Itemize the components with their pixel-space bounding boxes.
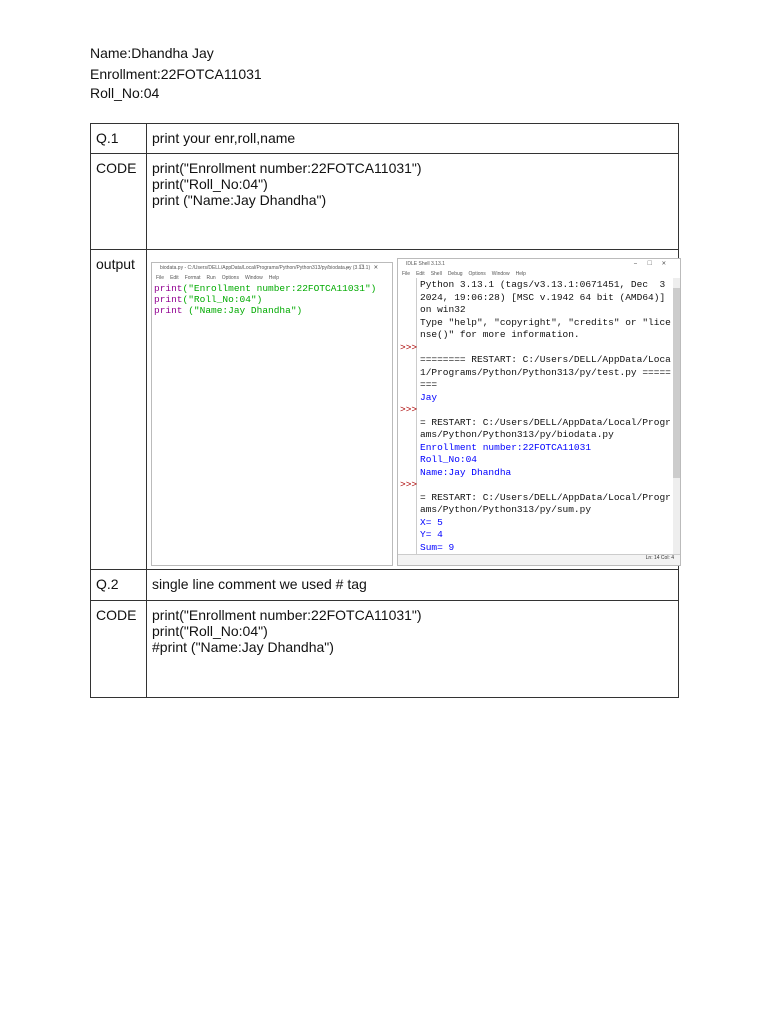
table-row: CODE print("Enrollment number:22FOTCA110…: [90, 600, 679, 698]
row-value: single line comment we used # tag: [146, 569, 679, 601]
shell-line: = RESTART: C:/Users/DELL/AppData/Local/P…: [420, 491, 671, 503]
shell-line: >>>: [400, 404, 678, 417]
shell-line: ===: [420, 379, 438, 390]
shell-line: 2024, 19:06:28) [MSC v.1942 64 bit (AMD6…: [420, 291, 666, 303]
menu-item[interactable]: Edit: [416, 271, 425, 277]
shell-line: Y= 4: [420, 529, 443, 540]
shell-line: 1/Programs/Python/Python313/py/test.py =…: [420, 366, 671, 378]
shell-line: Sum= 9: [420, 541, 455, 553]
code-line: print("Enrollment number:22FOTCA11031"): [154, 283, 390, 294]
row-key: Q.2: [90, 569, 147, 601]
menu-item[interactable]: Window: [245, 275, 263, 281]
table-row: CODE print("Enrollment number:22FOTCA110…: [90, 153, 679, 250]
assignment-table: Q.1 print your enr,roll,name CODE print("…: [90, 123, 681, 698]
menu-item[interactable]: File: [156, 275, 164, 281]
shell-line: Type "help", "copyright", "credits" or "…: [420, 316, 671, 328]
menu-item[interactable]: Run: [207, 275, 216, 281]
menu-item[interactable]: Window: [492, 271, 510, 277]
shell-line: Python 3.13.1 (tags/v3.13.1:0671451, Dec…: [420, 279, 666, 290]
table-row: output biodata.py - C:/Users/DELL/AppDat…: [90, 249, 681, 570]
shell-line: Roll_No:04: [420, 454, 478, 465]
shell-line: Jay: [420, 391, 438, 403]
row-value: print your enr,roll,name: [146, 123, 679, 154]
code-line: print("Enrollment number:22FOTCA11031"): [152, 607, 422, 623]
menu-item[interactable]: Shell: [431, 271, 442, 277]
code-line: print ("Name:Jay Dhandha"): [154, 305, 390, 316]
shell-line: ======== RESTART: C:/Users/DELL/AppData/…: [420, 354, 671, 365]
output-screenshot: biodata.py - C:/Users/DELL/AppData/Local…: [147, 250, 681, 566]
code-line: print("Roll_No:04"): [152, 623, 268, 639]
menu-item[interactable]: Help: [516, 271, 526, 277]
shell-line: ams/Python/Python313/py/sum.py: [420, 504, 592, 515]
shell-line: ams/Python/Python313/py/biodata.py: [420, 429, 614, 440]
code-line: #print ("Name:Jay Dhandha"): [152, 639, 334, 655]
prompt: >>>: [400, 404, 418, 415]
prompt: >>>: [400, 479, 418, 490]
menu-item[interactable]: Format: [185, 275, 201, 281]
keyword: print: [154, 294, 183, 305]
editor-menu: File Edit Format Run Options Window Help: [152, 274, 392, 282]
keyword: print: [154, 305, 183, 316]
row-key: output: [90, 249, 147, 570]
enrollment: Enrollment:22FOTCA11031: [90, 66, 262, 82]
roll-number: Roll_No:04: [90, 85, 160, 101]
editor-text[interactable]: print("Enrollment number:22FOTCA11031") p…: [152, 282, 392, 317]
shell-line: nse()" for more information.: [420, 329, 580, 340]
shell-window: IDLE Shell 3.13.1 –□✕ File Edit Shell Debug…: [397, 258, 681, 566]
shell-output[interactable]: Python 3.13.1 (tags/v3.13.1:0671451, Dec…: [398, 278, 680, 565]
student-name: Name:Dhandha Jay: [90, 45, 214, 61]
code-line: print ("Name:Jay Dhandha"): [152, 192, 327, 208]
output-cell: biodata.py - C:/Users/DELL/AppData/Local…: [146, 249, 681, 570]
row-key: CODE: [90, 153, 147, 250]
menu-item[interactable]: Options: [469, 271, 486, 277]
menu-item[interactable]: Options: [222, 275, 239, 281]
string: ("Roll_No:04"): [182, 294, 263, 305]
shell-line: = RESTART: C:/Users/DELL/AppData/Local/P…: [420, 416, 671, 428]
menu-item[interactable]: Debug: [448, 271, 463, 277]
editor-window: biodata.py - C:/Users/DELL/AppData/Local…: [151, 262, 393, 566]
table-row: Q.1 print your enr,roll,name: [90, 123, 679, 154]
menu-item[interactable]: File: [402, 271, 410, 277]
string: ("Name:Jay Dhandha"): [182, 305, 303, 316]
window-controls-icon[interactable]: –□✕: [633, 259, 676, 268]
shell-line: >>>: [400, 479, 678, 492]
code-line: print("Roll_No:04"): [154, 294, 390, 305]
code-line: print("Roll_No:04"): [152, 176, 268, 192]
window-controls-icon[interactable]: –□✕: [345, 263, 388, 272]
string: ("Enrollment number:22FOTCA11031"): [182, 283, 377, 294]
row-key: CODE: [90, 600, 147, 698]
shell-line: >>>: [400, 342, 678, 355]
shell-line: Name:Jay Dhandha: [420, 466, 512, 478]
shell-menu: File Edit Shell Debug Options Window Help: [398, 270, 680, 278]
menu-item[interactable]: Edit: [170, 275, 179, 281]
shell-line: on win32: [420, 304, 466, 315]
code-block: print("Enrollment number:22FOTCA11031") p…: [146, 153, 679, 250]
shell-line: Enrollment number:22FOTCA11031: [420, 441, 592, 453]
code-line: print("Enrollment number:22FOTCA11031"): [152, 160, 422, 176]
shell-line: X= 5: [420, 516, 443, 528]
row-key: Q.1: [90, 123, 147, 154]
keyword: print: [154, 283, 183, 294]
prompt: >>>: [400, 341, 418, 353]
menu-item[interactable]: Help: [269, 275, 279, 281]
status-bar: Ln: 14 Col: 4: [398, 554, 680, 565]
table-row: Q.2 single line comment we used # tag: [90, 569, 679, 601]
code-block: print("Enrollment number:22FOTCA11031") p…: [146, 600, 679, 698]
